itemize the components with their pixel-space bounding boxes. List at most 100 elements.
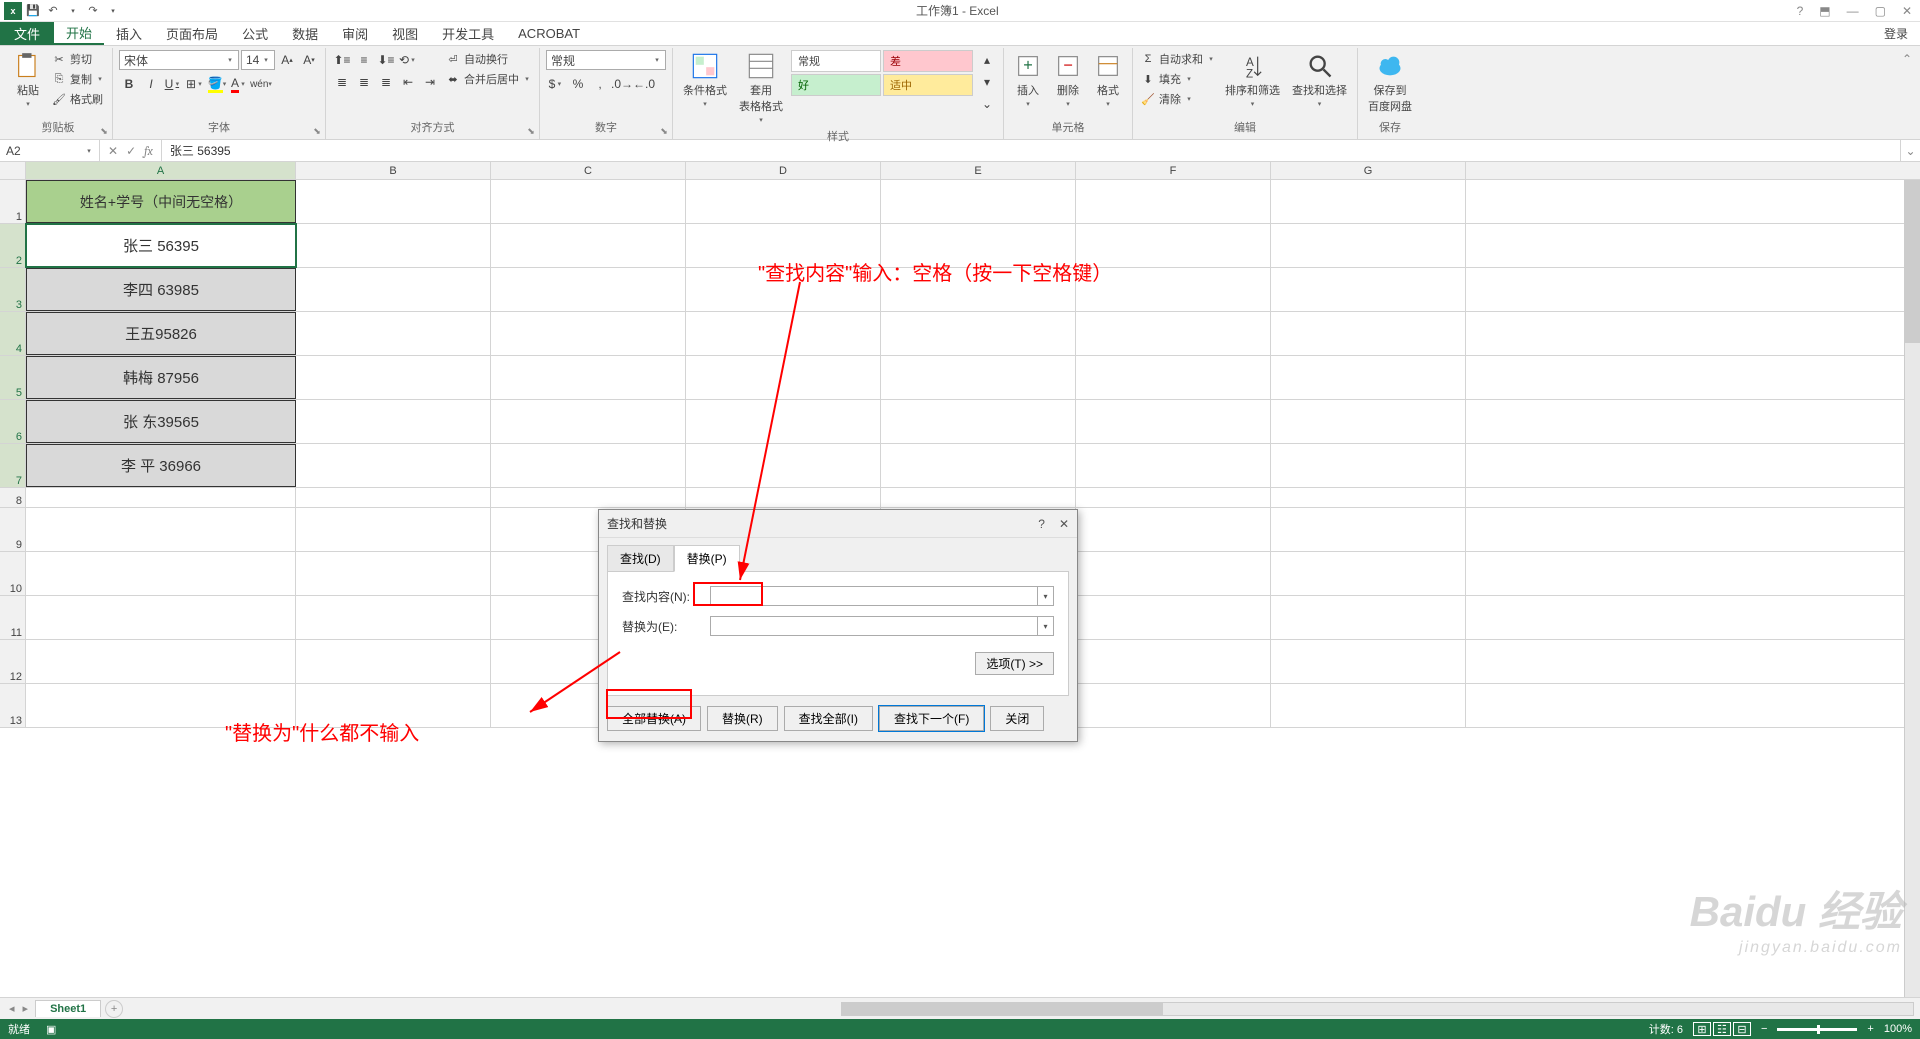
row-header-6[interactable]: 6	[0, 400, 26, 443]
align-launcher-icon[interactable]: ⬊	[525, 125, 537, 137]
find-dropdown-icon[interactable]: ▾	[1037, 587, 1053, 605]
row-header-5[interactable]: 5	[0, 356, 26, 399]
scrollbar-thumb[interactable]	[1905, 180, 1920, 343]
view-layout-icon[interactable]: ☷	[1713, 1022, 1731, 1036]
italic-button[interactable]: I	[141, 74, 161, 94]
find-next-button[interactable]: 查找下一个(F)	[879, 706, 984, 731]
underline-button[interactable]: U	[163, 74, 183, 94]
undo-icon[interactable]: ↶	[44, 2, 62, 20]
close-button[interactable]: 关闭	[990, 706, 1044, 731]
cell-a4[interactable]: 王五95826	[26, 312, 296, 355]
format-cell-button[interactable]: 格式	[1090, 50, 1126, 110]
row-header-3[interactable]: 3	[0, 268, 26, 311]
file-tab[interactable]: 文件	[0, 22, 54, 45]
styles-scroll-down-icon[interactable]: ▾	[977, 72, 997, 92]
align-right-icon[interactable]: ≣	[376, 72, 396, 92]
tab-layout[interactable]: 页面布局	[154, 22, 230, 45]
view-break-icon[interactable]: ⊟	[1733, 1022, 1751, 1036]
login-link[interactable]: 登录	[1872, 22, 1920, 45]
close-icon[interactable]: ✕	[1898, 4, 1916, 18]
replace-all-button[interactable]: 全部替换(A)	[607, 706, 701, 731]
dialog-tab-replace[interactable]: 替换(P)	[674, 545, 740, 572]
zoom-slider[interactable]	[1777, 1028, 1857, 1031]
add-sheet-icon[interactable]: +	[105, 1000, 123, 1018]
cell-a7[interactable]: 李 平 36966	[26, 444, 296, 487]
collapse-ribbon-icon[interactable]: ⌃	[1898, 48, 1916, 139]
number-format-combo[interactable]: 常规	[546, 50, 666, 70]
dialog-help-icon[interactable]: ?	[1038, 517, 1045, 531]
wrap-text-button[interactable]: ⏎自动换行	[444, 50, 533, 68]
cell-styles-gallery[interactable]: 常规 差 好 适中	[791, 50, 973, 96]
copy-button[interactable]: ⎘复制	[50, 70, 106, 88]
view-normal-icon[interactable]: ⊞	[1693, 1022, 1711, 1036]
row-header-7[interactable]: 7	[0, 444, 26, 487]
decrease-font-icon[interactable]: A▾	[299, 50, 319, 70]
undo-dropdown-icon[interactable]	[64, 2, 82, 20]
bold-button[interactable]: B	[119, 74, 139, 94]
conditional-format-button[interactable]: 条件格式	[679, 50, 731, 110]
macro-record-icon[interactable]: ▣	[46, 1023, 56, 1036]
comma-icon[interactable]: ,	[590, 74, 610, 94]
save-baidu-button[interactable]: 保存到 百度网盘	[1364, 50, 1416, 116]
zoom-level[interactable]: 100%	[1884, 1023, 1912, 1035]
clear-button[interactable]: 🧹清除	[1139, 90, 1217, 108]
styles-scroll-up-icon[interactable]: ▴	[977, 50, 997, 70]
name-box[interactable]: A2	[0, 140, 100, 161]
col-header-f[interactable]: F	[1076, 162, 1271, 179]
percent-icon[interactable]: %	[568, 74, 588, 94]
border-button[interactable]: ⊞	[185, 74, 205, 94]
cell-a3[interactable]: 李四 63985	[26, 268, 296, 311]
help-icon[interactable]: ?	[1793, 4, 1808, 18]
indent-increase-icon[interactable]: ⇥	[420, 72, 440, 92]
style-neutral[interactable]: 适中	[883, 74, 973, 96]
zoom-in-icon[interactable]: +	[1867, 1023, 1873, 1035]
col-header-d[interactable]: D	[686, 162, 881, 179]
dialog-tab-find[interactable]: 查找(D)	[607, 545, 674, 572]
tab-view[interactable]: 视图	[380, 22, 430, 45]
align-middle-icon[interactable]: ≡	[354, 50, 374, 70]
options-button[interactable]: 选项(T) >>	[975, 652, 1054, 675]
row-header-2[interactable]: 2	[0, 224, 26, 267]
increase-font-icon[interactable]: A▴	[277, 50, 297, 70]
style-bad[interactable]: 差	[883, 50, 973, 72]
currency-icon[interactable]: $	[546, 74, 566, 94]
ribbon-options-icon[interactable]: ⬒	[1815, 4, 1834, 18]
col-header-g[interactable]: G	[1271, 162, 1466, 179]
find-select-button[interactable]: 查找和选择	[1288, 50, 1351, 110]
col-header-b[interactable]: B	[296, 162, 491, 179]
col-header-a[interactable]: A	[26, 162, 296, 179]
phonetic-button[interactable]: wén	[251, 74, 271, 94]
align-top-icon[interactable]: ⬆≡	[332, 50, 352, 70]
sheet-nav-first-icon[interactable]: ◂	[6, 1002, 18, 1015]
row-header-4[interactable]: 4	[0, 312, 26, 355]
minimize-icon[interactable]: —	[1843, 4, 1863, 18]
style-normal[interactable]: 常规	[791, 50, 881, 72]
redo-icon[interactable]: ↷	[84, 2, 102, 20]
align-center-icon[interactable]: ≣	[354, 72, 374, 92]
enter-icon[interactable]: ✓	[126, 144, 136, 158]
cell-a2[interactable]: 张三 56395	[26, 224, 296, 267]
cell-a6[interactable]: 张 东39565	[26, 400, 296, 443]
dialog-titlebar[interactable]: 查找和替换 ? ✕	[599, 510, 1077, 538]
font-launcher-icon[interactable]: ⬊	[311, 125, 323, 137]
save-icon[interactable]: 💾	[24, 2, 42, 20]
merge-button[interactable]: ⬌合并后居中	[444, 70, 533, 88]
tab-acrobat[interactable]: ACROBAT	[506, 22, 592, 45]
formula-input[interactable]: 张三 56395	[162, 140, 1900, 161]
style-good[interactable]: 好	[791, 74, 881, 96]
orientation-icon[interactable]: ⟲	[398, 50, 418, 70]
tab-home[interactable]: 开始	[54, 22, 104, 45]
cut-button[interactable]: ✂剪切	[50, 50, 106, 68]
replace-input[interactable]	[711, 617, 1037, 635]
fill-color-button[interactable]: 🪣	[207, 74, 227, 94]
painter-button[interactable]: 🖌格式刷	[50, 90, 106, 108]
find-input[interactable]	[711, 587, 1037, 605]
restore-icon[interactable]: ▢	[1871, 4, 1890, 18]
font-name-combo[interactable]: 宋体	[119, 50, 239, 70]
paste-button[interactable]: 粘贴	[10, 50, 46, 110]
table-format-button[interactable]: 套用 表格格式	[735, 50, 787, 126]
styles-more-icon[interactable]: ⌄	[977, 94, 997, 114]
cell-a5[interactable]: 韩梅 87956	[26, 356, 296, 399]
select-all-button[interactable]	[0, 162, 26, 179]
dialog-close-icon[interactable]: ✕	[1059, 517, 1069, 531]
